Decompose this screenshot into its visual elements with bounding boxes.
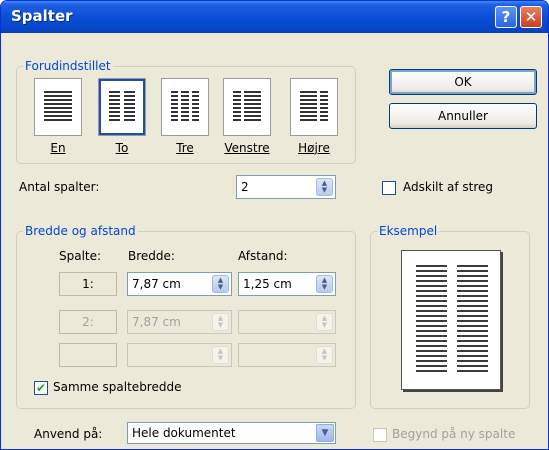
column-width-value-2: 7,87 cm [132, 315, 181, 329]
preset-left[interactable] [223, 78, 271, 136]
presets-legend: Forudindstillet [23, 59, 113, 73]
column-number-1: 1: [59, 272, 117, 296]
preview-page [401, 250, 501, 390]
column-width-spinner-3[interactable]: ▲ ▼ [212, 346, 229, 364]
column-spacing-input-1[interactable]: 1,25 cm ▲ ▼ [238, 272, 336, 296]
header-spacing: Afstand: [238, 249, 288, 263]
chevron-down-icon[interactable]: ▼ [316, 424, 334, 442]
title-bar[interactable]: Spalter ? ✕ [1, 1, 548, 33]
apply-to-select[interactable]: Hele dokumentet ▼ [127, 422, 336, 444]
column-number-3 [59, 343, 117, 367]
preset-three-columns[interactable] [161, 78, 209, 136]
column-spacing-spinner-1[interactable]: ▲ ▼ [316, 275, 333, 293]
new-column-checkbox[interactable] [373, 428, 387, 442]
column-spacing-value-1: 1,25 cm [243, 277, 292, 291]
preset-label-left: Venstre [224, 141, 270, 155]
column-number-2: 2: [59, 310, 117, 334]
column-width-spinner-1[interactable]: ▲ ▼ [212, 275, 229, 293]
num-columns-label: Antal spalter: [19, 180, 100, 194]
column-width-value-1: 7,87 cm [132, 277, 181, 291]
preset-two-columns[interactable] [98, 78, 146, 136]
apply-to-value: Hele dokumentet [132, 426, 236, 440]
preview-legend: Eksempel [377, 224, 440, 238]
preset-label-three: Tre [176, 141, 194, 155]
separator-label: Adskilt af streg [403, 180, 494, 194]
header-column: Spalte: [59, 249, 102, 263]
apply-to-label: Anvend på: [34, 427, 103, 441]
num-columns-input[interactable]: 2 ▲ ▼ [236, 175, 336, 199]
separator-checkbox[interactable] [382, 181, 396, 195]
new-column-label: Begynd på ny spalte [392, 427, 516, 441]
column-width-input-3[interactable]: ▲ ▼ [127, 343, 232, 367]
preset-label-right: Højre [298, 141, 330, 155]
help-button[interactable]: ? [495, 6, 517, 28]
left-columns-icon [233, 91, 261, 121]
column-spacing-input-3[interactable]: ▲ ▼ [238, 343, 336, 367]
two-columns-icon [109, 91, 135, 121]
equal-width-checkbox[interactable]: ✔ [34, 381, 48, 395]
width-spacing-legend: Bredde og afstand [23, 224, 138, 238]
ok-button[interactable]: OK [389, 69, 537, 95]
window-title: Spalter [11, 7, 73, 25]
preset-label-one: En [50, 141, 66, 155]
preset-label-two: To [115, 141, 129, 155]
close-button[interactable]: ✕ [520, 6, 542, 28]
column-width-spinner-2[interactable]: ▲ ▼ [212, 313, 229, 331]
column-width-input-2[interactable]: 7,87 cm ▲ ▼ [127, 310, 232, 334]
right-columns-icon [300, 91, 328, 121]
num-columns-spinner[interactable]: ▲ ▼ [316, 178, 333, 196]
preview-columns-icon [416, 265, 488, 372]
three-columns-icon [171, 91, 199, 121]
preset-one-column[interactable] [34, 78, 82, 136]
cancel-button[interactable]: Annuller [389, 103, 537, 129]
column-spacing-input-2[interactable]: ▲ ▼ [238, 310, 336, 334]
column-spacing-spinner-3[interactable]: ▲ ▼ [316, 346, 333, 364]
column-width-input-1[interactable]: 7,87 cm ▲ ▼ [127, 272, 232, 296]
columns-dialog: Spalter ? ✕ Forudindstillet En To Tre Ve… [0, 0, 549, 450]
preset-right[interactable] [290, 78, 338, 136]
column-spacing-spinner-2[interactable]: ▲ ▼ [316, 313, 333, 331]
num-columns-value: 2 [241, 180, 249, 194]
one-column-icon [44, 91, 72, 121]
header-width: Bredde: [128, 249, 175, 263]
equal-width-label: Samme spaltebredde [53, 380, 182, 394]
